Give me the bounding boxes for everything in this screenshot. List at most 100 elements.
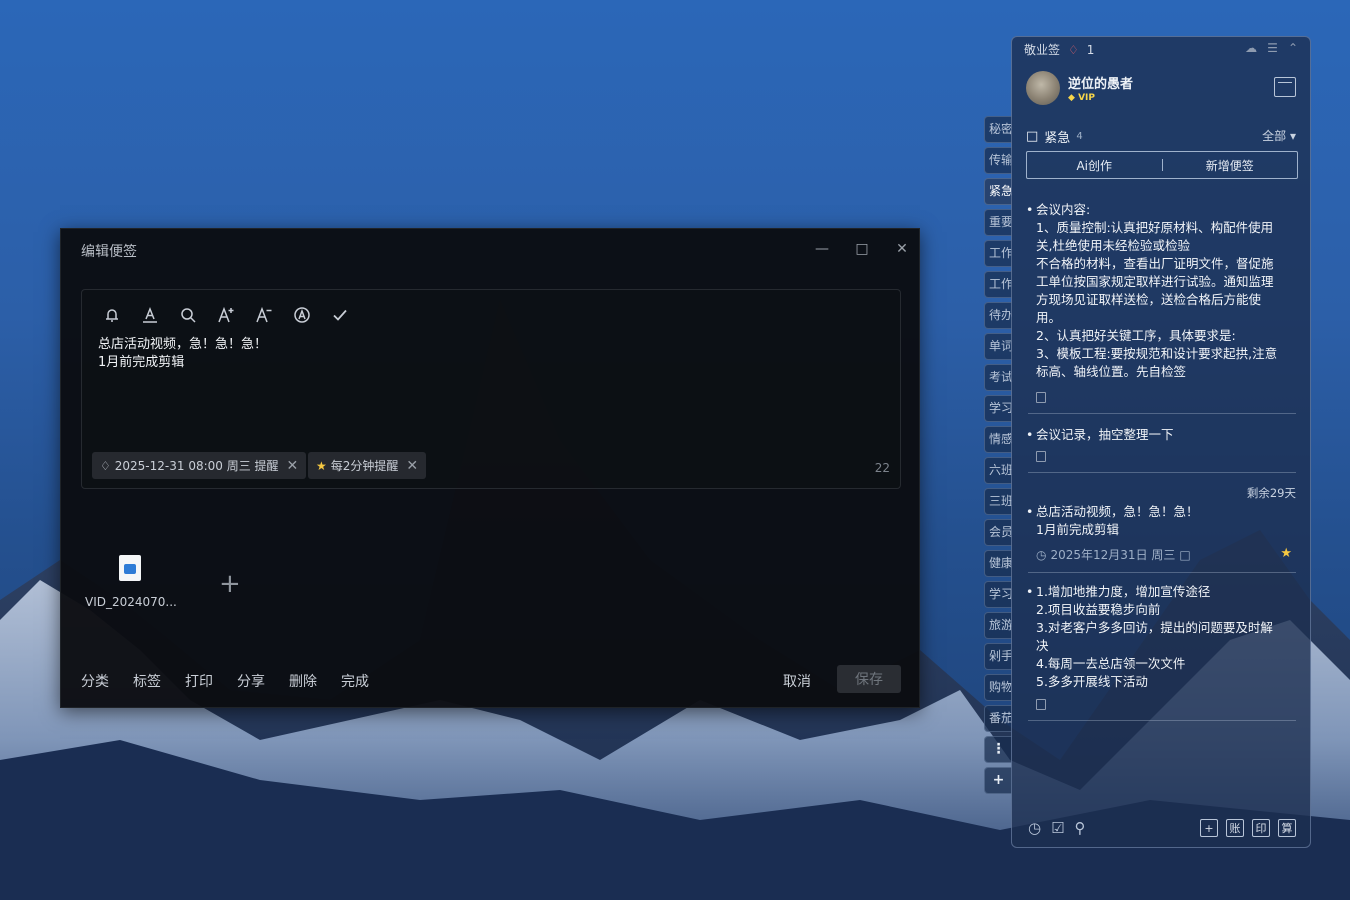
note-item[interactable]: • 总店活动视频，急！急！急！ 1月前完成剪辑 [1026, 503, 1296, 539]
save-button[interactable]: 保存 [837, 665, 901, 693]
notes-panel: 敬业签 ♢ 1 ☁ ☰ ⌃ 逆位的愚者 ◆ VIP □ 紧急 4 全部 ▾ Ai… [1011, 36, 1311, 848]
menu-icon[interactable]: ☰ [1267, 41, 1278, 55]
reminder-chip[interactable]: ♢ 2025-12-31 08:00 周三 提醒 ✕ [92, 452, 307, 479]
star-icon: ★ [316, 458, 327, 473]
filter-dropdown[interactable]: 全部 ▾ [1262, 127, 1296, 144]
user-name[interactable]: 逆位的愚者 [1068, 73, 1133, 92]
tab-work-2[interactable]: 工作 [984, 271, 1012, 298]
delete-button[interactable]: 删除 [289, 671, 317, 691]
attachment-name: VID_2024070... [85, 595, 177, 609]
font-decrease-icon[interactable] [252, 304, 276, 326]
window-title: 编辑便签 [81, 244, 137, 260]
tab-transfer[interactable]: 传输 [984, 147, 1012, 174]
note-item[interactable]: • 会议内容: 1、质量控制:认真把好原材料、构配件使用 关,杜绝使用未经检验或… [1026, 201, 1296, 385]
font-increase-icon[interactable] [214, 304, 238, 326]
avatar[interactable] [1026, 71, 1060, 105]
cancel-button[interactable]: 取消 [783, 671, 811, 691]
text-style-icon[interactable] [290, 304, 314, 326]
history-icon[interactable]: ◷ [1028, 819, 1041, 837]
done-button[interactable]: 完成 [341, 671, 369, 691]
tab-class-6[interactable]: 六班 [984, 457, 1012, 484]
tab-todo[interactable]: 待办 [984, 302, 1012, 329]
vip-label: VIP [1078, 93, 1095, 103]
maximize-button[interactable]: □ [851, 238, 873, 260]
category-button[interactable]: 分类 [81, 671, 109, 691]
note-line: 用。 [1036, 310, 1062, 325]
bell-icon: ♢ [100, 458, 111, 473]
note-line: 标高、轴线位置。先自检签 [1036, 364, 1187, 379]
reminder-time: 2025-12-31 08:00 周三 提醒 [114, 459, 279, 473]
more-tabs-button[interactable]: ⋮ [984, 736, 1012, 763]
share-button[interactable]: 分享 [237, 671, 265, 691]
note-line: 4.每周一去总店领一次文件 [1036, 656, 1186, 671]
bullet: • [1026, 427, 1034, 442]
star-icon[interactable]: ★ [1280, 546, 1292, 561]
notification-count: 1 [1086, 42, 1095, 57]
tab-important[interactable]: 重要 [984, 209, 1012, 236]
add-attachment-button[interactable]: + [219, 569, 241, 599]
calendar-icon[interactable] [1274, 77, 1296, 97]
close-button[interactable]: ✕ [891, 238, 913, 260]
remove-repeat-icon[interactable]: ✕ [406, 458, 418, 474]
tab-words[interactable]: 单词 [984, 333, 1012, 360]
note-line: 工单位按国家规定取样进行试验。通知监理 [1036, 274, 1274, 289]
char-count: 22 [874, 461, 890, 475]
bell-icon[interactable] [100, 304, 124, 326]
bottom-tools-left: ◷ ☑ ⚲ [1028, 819, 1086, 837]
tab-secret[interactable]: 秘密 [984, 116, 1012, 143]
tab-class-3[interactable]: 三班 [984, 488, 1012, 515]
tab-work-1[interactable]: 工作 [984, 240, 1012, 267]
minimize-button[interactable]: — [811, 238, 833, 260]
notification-bell-icon[interactable]: ♢ [1068, 43, 1079, 57]
collapse-icon[interactable]: ⌃ [1288, 41, 1298, 55]
repeat-text: 每2分钟提醒 [330, 459, 399, 473]
remove-reminder-icon[interactable]: ✕ [287, 458, 299, 474]
account-book-button[interactable]: 账 [1226, 819, 1244, 837]
print-button[interactable]: 打印 [185, 671, 213, 691]
remaining-days: 剩余29天 [1246, 486, 1296, 500]
note-item[interactable]: • 1.增加地推力度，增加宣传途径 2.项目收益要稳步向前 3.对老客户多多回访… [1026, 583, 1296, 691]
check-icon[interactable] [328, 304, 352, 326]
tab-tomato[interactable]: 番茄 [984, 705, 1012, 732]
tab-member[interactable]: 会员 [984, 519, 1012, 546]
format-toolbar [100, 304, 352, 326]
note-line: 3、模板工程:要按规范和设计要求起拱,注意 [1036, 346, 1278, 361]
note-line: 1月前完成剪辑 [98, 355, 185, 370]
lock-icon[interactable] [1036, 451, 1046, 462]
bullet: • [1026, 584, 1034, 599]
lock-icon[interactable] [1036, 699, 1046, 710]
tag-button[interactable]: 标签 [133, 671, 161, 691]
search-icon[interactable] [176, 304, 200, 326]
add-icon[interactable]: + [1200, 819, 1218, 837]
tab-travel[interactable]: 旅游 [984, 612, 1012, 639]
tab-study-1[interactable]: 学习 [984, 395, 1012, 422]
note-line: 1.增加地推力度，增加宣传途径 [1036, 584, 1211, 599]
note-line: 关,杜绝使用未经检验或检验 [1036, 238, 1190, 253]
tab-study-2[interactable]: 学习 [984, 581, 1012, 608]
tab-shopping-cart[interactable]: 剁手 [984, 643, 1012, 670]
lock-icon[interactable] [1036, 392, 1046, 403]
note-content[interactable]: 总店活动视频，急！急！急！ 1月前完成剪辑 [98, 336, 267, 372]
note-editor-area[interactable]: 总店活动视频，急！急！急！ 1月前完成剪辑 ♢ 2025-12-31 08:00… [81, 289, 901, 489]
note-divider [1028, 472, 1296, 473]
font-color-icon[interactable] [138, 304, 162, 326]
search-icon[interactable]: ⚲ [1075, 819, 1086, 837]
tab-shopping[interactable]: 购物 [984, 674, 1012, 701]
tab-urgent[interactable]: 紧急 [984, 178, 1012, 205]
new-note-button[interactable]: 新增便签 [1163, 157, 1298, 174]
checklist-icon[interactable]: ☑ [1051, 819, 1064, 837]
ai-create-button[interactable]: Ai创作 [1027, 157, 1162, 174]
note-item[interactable]: • 会议记录，抽空整理一下 [1026, 426, 1296, 444]
tab-exam[interactable]: 考试 [984, 364, 1012, 391]
add-tab-button[interactable]: + [984, 767, 1012, 794]
note-divider [1028, 720, 1296, 721]
repeat-chip[interactable]: ★ 每2分钟提醒 ✕ [308, 452, 427, 479]
tab-health[interactable]: 健康 [984, 550, 1012, 577]
print-button[interactable]: 印 [1252, 819, 1270, 837]
edit-note-window: 编辑便签 — □ ✕ 总店活动视频，急！急！急！ 1月前完成剪辑 ♢ 2025-… [60, 228, 920, 708]
calculator-button[interactable]: 算 [1278, 819, 1296, 837]
lock-icon[interactable]: □ [1179, 548, 1190, 562]
cloud-sync-icon[interactable]: ☁ [1245, 41, 1257, 55]
attachment-item[interactable]: VID_2024070... [85, 555, 177, 609]
tab-emotion[interactable]: 情感 [984, 426, 1012, 453]
